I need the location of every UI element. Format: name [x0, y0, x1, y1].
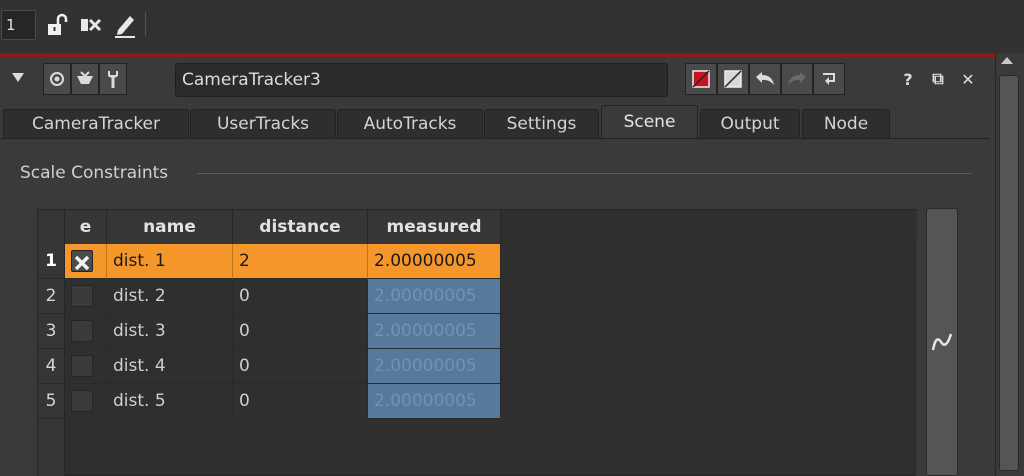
- wrench-icon: [108, 71, 118, 88]
- name-cell[interactable]: dist. 1: [107, 244, 233, 279]
- redo-icon: [788, 72, 806, 85]
- enabled-checkbox[interactable]: [71, 390, 93, 412]
- measured-cell: 2.00000005: [368, 349, 501, 384]
- enabled-cell[interactable]: [65, 244, 107, 279]
- distance-cell[interactable]: 0: [233, 314, 368, 349]
- enabled-cell[interactable]: [65, 384, 107, 419]
- curve-editor-button[interactable]: [926, 208, 958, 476]
- window-controls: ? ⧉ ✕: [898, 67, 978, 91]
- viewer-number-field[interactable]: 1: [1, 10, 36, 40]
- table-row[interactable]: 5 dist. 5 0 2.00000005: [38, 384, 917, 419]
- name-cell[interactable]: dist. 3: [107, 314, 233, 349]
- distance-cell[interactable]: 0: [233, 279, 368, 314]
- table-header: e name distance measured: [38, 210, 917, 244]
- toolbar-separator: [145, 12, 146, 36]
- table-row[interactable]: 4 dist. 4 0 2.00000005: [38, 349, 917, 384]
- row-number-gutter: [38, 419, 65, 476]
- column-header-distance[interactable]: distance: [233, 210, 368, 244]
- edit-pencil-icon[interactable]: [112, 12, 138, 38]
- gl-color-button[interactable]: [717, 63, 749, 95]
- float-window-icon[interactable]: ⧉: [928, 68, 948, 90]
- measured-cell: 2.00000005: [368, 384, 501, 419]
- row-number[interactable]: 4: [38, 349, 65, 384]
- row-number-header: [38, 210, 65, 244]
- row-number[interactable]: 2: [38, 279, 65, 314]
- undo-icon: [756, 72, 774, 85]
- tab-cameratracker[interactable]: CameraTracker: [3, 109, 189, 139]
- curve-icon: [931, 333, 953, 351]
- node-name-field[interactable]: CameraTracker3: [175, 63, 668, 97]
- tab-node[interactable]: Node: [802, 109, 890, 139]
- header-button-group: [43, 63, 127, 95]
- panel-scrollbar[interactable]: [995, 53, 1024, 476]
- collapse-triangle-icon[interactable]: [12, 73, 24, 82]
- section-divider: [197, 173, 972, 174]
- enabled-checkbox[interactable]: [71, 250, 93, 272]
- color-undo-button-group: [685, 63, 845, 95]
- distance-cell[interactable]: 0: [233, 349, 368, 384]
- enabled-checkbox[interactable]: [71, 355, 93, 377]
- enabled-cell[interactable]: [65, 279, 107, 314]
- viewer-toggle-icon: [50, 72, 64, 86]
- tab-scene[interactable]: Scene: [601, 105, 698, 140]
- help-icon[interactable]: ?: [898, 68, 918, 90]
- section-title: Scale Constraints: [20, 163, 169, 183]
- table-row[interactable]: 2 dist. 2 0 2.00000005: [38, 279, 917, 314]
- column-header-measured[interactable]: measured: [368, 210, 501, 244]
- scrollbar-thumb[interactable]: [999, 75, 1019, 471]
- viewer-toolbar: 1: [0, 0, 1024, 53]
- tab-settings[interactable]: Settings: [484, 109, 599, 139]
- close-icon[interactable]: ✕: [958, 68, 978, 90]
- revert-button[interactable]: [813, 63, 845, 95]
- name-cell[interactable]: dist. 4: [107, 349, 233, 384]
- redo-button[interactable]: [781, 63, 813, 95]
- scene-tab-content: Scale Constraints e name distance measur…: [2, 139, 990, 476]
- enabled-checkbox[interactable]: [71, 285, 93, 307]
- enabled-cell[interactable]: [65, 349, 107, 384]
- distance-cell[interactable]: 2: [233, 244, 368, 279]
- revert-icon: [823, 73, 835, 85]
- node-input-button[interactable]: [71, 63, 99, 95]
- unlock-icon[interactable]: [44, 12, 70, 38]
- node-settings-button[interactable]: [99, 63, 127, 95]
- viewer-toggle-button[interactable]: [43, 63, 71, 95]
- checkmark-x-icon: [74, 255, 90, 271]
- measured-cell: 2.00000005: [368, 279, 501, 314]
- node-color-button[interactable]: [685, 63, 717, 95]
- measured-cell: 2.00000005: [368, 244, 501, 279]
- enabled-cell[interactable]: [65, 314, 107, 349]
- tab-autotracks[interactable]: AutoTracks: [337, 109, 483, 139]
- column-header-enabled[interactable]: e: [65, 210, 107, 244]
- panel-header: CameraTracker3 ? ⧉ ✕: [0, 57, 995, 103]
- node-input-icon: [77, 71, 93, 84]
- row-number[interactable]: 1: [38, 244, 65, 279]
- name-cell[interactable]: dist. 5: [107, 384, 233, 419]
- clear-icon[interactable]: [78, 12, 104, 38]
- measured-cell: 2.00000005: [368, 314, 501, 349]
- undo-button[interactable]: [749, 63, 781, 95]
- scroll-up-arrow-icon[interactable]: [1001, 57, 1013, 64]
- name-cell[interactable]: dist. 2: [107, 279, 233, 314]
- scale-constraints-table: e name distance measured 1 dist. 1 2 2.0…: [37, 209, 917, 476]
- gray-color-swatch-icon: [724, 70, 742, 88]
- row-number[interactable]: 3: [38, 314, 65, 349]
- tab-output[interactable]: Output: [700, 109, 800, 139]
- table-row[interactable]: 1 dist. 1 2 2.00000005: [38, 244, 917, 279]
- row-number[interactable]: 5: [38, 384, 65, 419]
- properties-panel: CameraTracker 3 ? ⧉ ✕ CameraTracker UserT…: [0, 57, 995, 476]
- tab-usertracks[interactable]: UserTracks: [190, 109, 336, 139]
- distance-cell[interactable]: 0: [233, 384, 368, 419]
- table-row[interactable]: 3 dist. 3 0 2.00000005: [38, 314, 917, 349]
- column-header-name[interactable]: name: [107, 210, 233, 244]
- tab-bar: CameraTracker UserTracks AutoTracks Sett…: [0, 105, 995, 140]
- red-color-swatch-icon: [692, 70, 710, 88]
- enabled-checkbox[interactable]: [71, 320, 93, 342]
